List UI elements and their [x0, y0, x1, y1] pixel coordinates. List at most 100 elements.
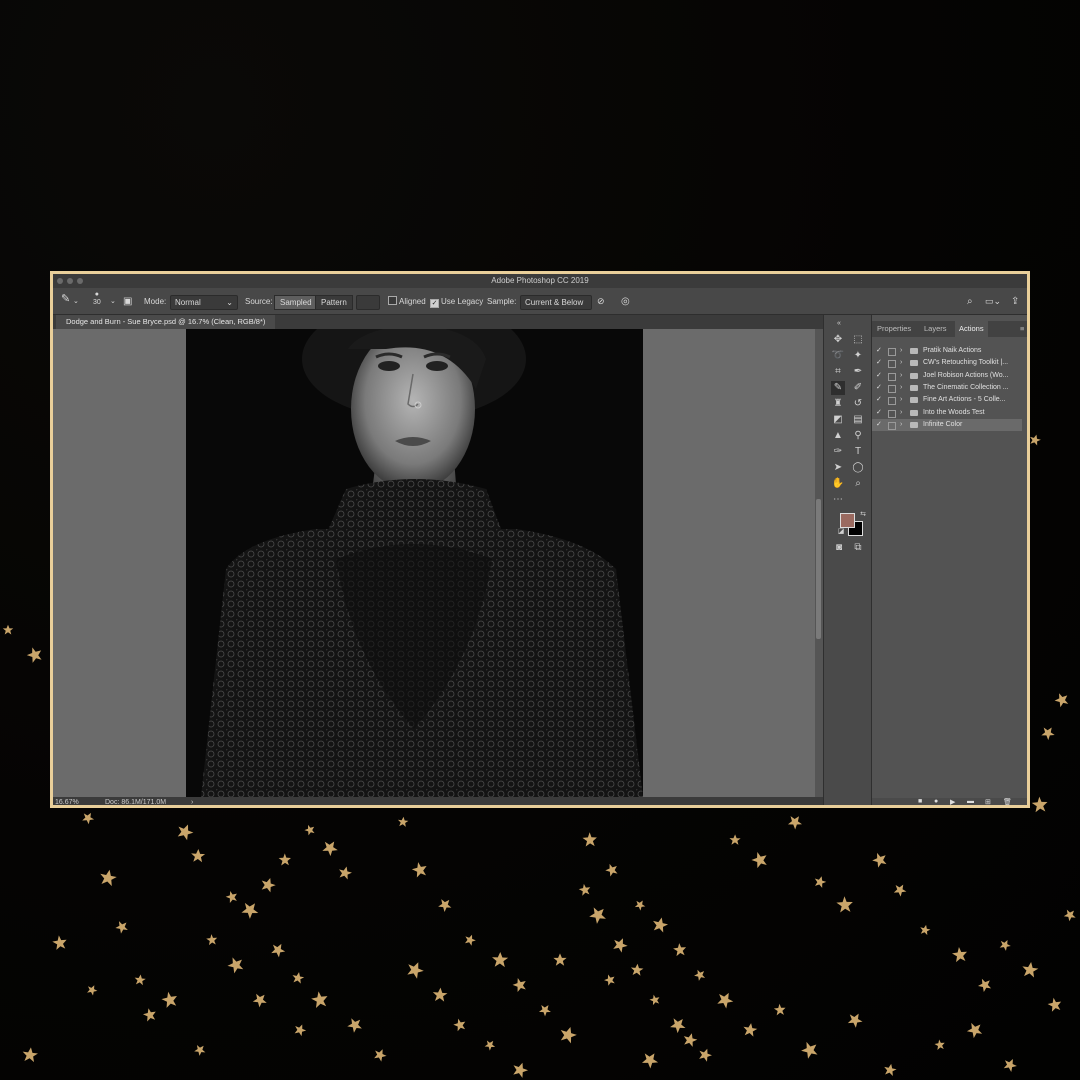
toolbar: « ✥ ⬚ ➰ ✦ ⌗ ✒ ✎ ✐ ♜ ↺ ◩ ▤ ▲ ⚲ ✑ T ➤ ◯ ✋ … [823, 315, 872, 805]
tab-actions[interactable]: Actions [955, 321, 988, 337]
window-controls[interactable] [57, 278, 83, 284]
share-icon[interactable]: ⇪ [1011, 295, 1019, 308]
toggle-check-icon[interactable]: ✓ [876, 382, 882, 394]
star-decoration [337, 864, 354, 881]
healing-brush-icon[interactable]: ✎ [831, 381, 845, 395]
play-icon[interactable]: ▶ [950, 798, 955, 805]
action-set-row[interactable]: ✓ › Joel Robison Actions (Wo... [872, 370, 1022, 382]
star-decoration [681, 1031, 699, 1048]
dialog-toggle-icon[interactable] [888, 384, 896, 393]
vertical-scrollbar[interactable] [815, 329, 823, 797]
chevron-right-icon[interactable]: › [191, 797, 193, 805]
eyedropper-icon[interactable]: ✒ [851, 365, 865, 379]
search-icon[interactable]: ⌕ [967, 295, 973, 308]
panel-menu-icon[interactable]: ≡ [1020, 321, 1024, 337]
dialog-toggle-icon[interactable] [888, 409, 896, 418]
more-tools-icon[interactable]: ⋯ [831, 493, 845, 507]
action-set-row[interactable]: ✓ › Fine Art Actions - 5 Colle... [872, 394, 1022, 406]
shape-icon[interactable]: ◯ [851, 461, 865, 475]
aligned-checkbox[interactable]: Aligned [388, 295, 426, 308]
history-brush-icon[interactable]: ↺ [851, 397, 865, 411]
tab-properties[interactable]: Properties [877, 321, 911, 337]
toggle-check-icon[interactable]: ✓ [876, 394, 882, 406]
scrollbar-thumb[interactable] [816, 499, 821, 639]
star-decoration [491, 951, 509, 968]
dialog-toggle-icon[interactable] [888, 397, 896, 406]
brush-icon[interactable]: ✐ [851, 381, 865, 395]
gradient-icon[interactable]: ▤ [851, 413, 865, 427]
chevron-right-icon[interactable]: › [900, 419, 902, 431]
action-set-row[interactable]: ✓ › CW's Retouching Toolkit |... [872, 357, 1022, 369]
crop-icon[interactable]: ⌗ [831, 365, 845, 379]
canvas-area[interactable] [53, 329, 815, 797]
toggle-check-icon[interactable]: ✓ [876, 370, 882, 382]
toggle-check-icon[interactable]: ✓ [876, 419, 882, 431]
move-icon[interactable]: ✥ [831, 333, 845, 347]
tab-layers[interactable]: Layers [924, 321, 947, 337]
chevron-right-icon[interactable]: › [900, 357, 902, 369]
dialog-toggle-icon[interactable] [888, 372, 896, 381]
star-decoration [812, 874, 828, 889]
star-decoration [976, 975, 995, 994]
clone-stamp-icon[interactable]: ♜ [831, 397, 845, 411]
blur-icon[interactable]: ▲ [831, 429, 845, 443]
brush-settings-icon[interactable]: ▣ [123, 295, 132, 308]
chevron-down-icon[interactable]: ⌄ [73, 295, 79, 308]
toggle-check-icon[interactable]: ✓ [876, 357, 882, 369]
star-decoration [1046, 995, 1065, 1015]
quick-mask-icon[interactable]: ◙ [832, 541, 846, 555]
stop-icon[interactable]: ■ [918, 798, 922, 805]
type-icon[interactable]: T [851, 445, 865, 459]
document-tab[interactable]: Dodge and Burn - Sue Bryce.psd @ 16.7% (… [56, 315, 276, 329]
folder-icon [910, 360, 918, 367]
brush-preset-picker[interactable]: ● 30 [93, 291, 101, 306]
chevron-right-icon[interactable]: › [900, 370, 902, 382]
star-decoration [268, 940, 288, 959]
chevron-right-icon[interactable]: › [900, 407, 902, 419]
path-select-icon[interactable]: ➤ [831, 461, 845, 475]
hand-icon[interactable]: ✋ [831, 477, 845, 491]
collapse-icon[interactable]: « [832, 317, 846, 331]
magic-wand-icon[interactable]: ✦ [851, 349, 865, 363]
action-set-row[interactable]: ✓ › Pratik Naik Actions [872, 345, 1022, 357]
action-set-row[interactable]: ✓ › Infinite Color [872, 418, 1022, 431]
sample-select[interactable]: Current & Below⌄ [520, 295, 592, 320]
source-pattern-button[interactable]: Pattern [315, 295, 353, 310]
dialog-toggle-icon[interactable] [888, 421, 896, 430]
chevron-right-icon[interactable]: › [900, 394, 902, 406]
dialog-toggle-icon[interactable] [888, 348, 896, 356]
source-sampled-button[interactable]: Sampled [274, 295, 318, 310]
mode-select[interactable]: Normal ⌄ [170, 295, 238, 310]
pattern-picker[interactable] [356, 295, 380, 310]
marquee-icon[interactable]: ⬚ [851, 333, 865, 347]
star-decoration [1062, 906, 1079, 923]
pressure-icon[interactable]: ◎ [621, 295, 630, 308]
use-legacy-checkbox[interactable]: ✓ Use Legacy [430, 295, 483, 308]
chevron-down-icon[interactable]: ⌄ [110, 295, 116, 308]
toggle-check-icon[interactable]: ✓ [876, 345, 882, 357]
action-set-row[interactable]: ✓ › Into the Woods Test [872, 407, 1022, 419]
dialog-toggle-icon[interactable] [888, 360, 896, 369]
trash-icon[interactable]: 🗑 [1003, 798, 1012, 805]
ignore-adjustment-layers-icon[interactable]: ⊘ [597, 295, 605, 308]
lasso-icon[interactable]: ➰ [831, 349, 845, 363]
healing-brush-tool-icon[interactable]: ✎ [61, 293, 70, 306]
foreground-color-swatch[interactable] [840, 513, 855, 528]
star-decoration [586, 903, 610, 926]
chevron-right-icon[interactable]: › [900, 345, 902, 357]
chevron-right-icon[interactable]: › [900, 382, 902, 394]
record-icon[interactable]: ● [934, 798, 938, 805]
new-set-icon[interactable]: ▬ [967, 798, 974, 805]
swap-colors-icon[interactable]: ⇆ [856, 508, 870, 522]
toggle-check-icon[interactable]: ✓ [876, 407, 882, 419]
star-decoration [950, 944, 971, 965]
zoom-level[interactable]: 16.67% [55, 797, 79, 805]
dodge-icon[interactable]: ⚲ [851, 429, 865, 443]
action-set-row[interactable]: ✓ › The Cinematic Collection ... [872, 382, 1022, 394]
pen-icon[interactable]: ✑ [831, 445, 845, 459]
screen-mode-icon[interactable]: ⧉ [851, 541, 865, 555]
eraser-icon[interactable]: ◩ [831, 413, 845, 427]
zoom-icon[interactable]: ⌕ [851, 477, 865, 491]
new-action-icon[interactable]: ⊞ [985, 798, 991, 805]
workspace-icon[interactable]: ▭⌄ [985, 295, 1001, 308]
